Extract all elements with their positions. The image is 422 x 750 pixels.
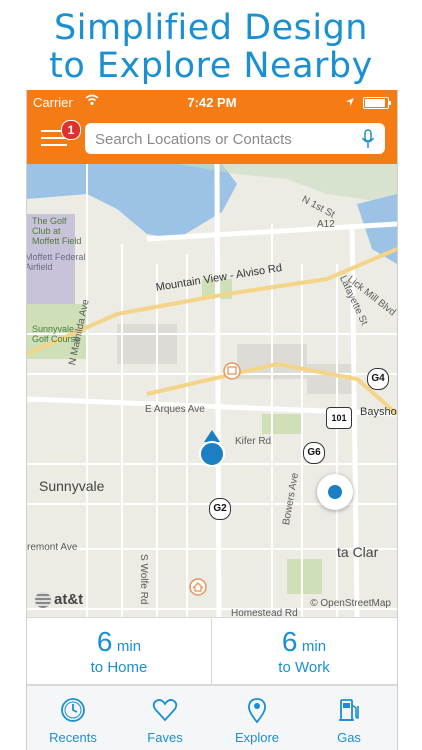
route-badge-g2: G2 bbox=[209, 498, 231, 520]
route-badge-g6: G6 bbox=[303, 442, 325, 464]
tab-bar: Recents Faves Explore Gas bbox=[27, 685, 397, 750]
eta-work-destination: to Work bbox=[278, 659, 330, 676]
gas-pump-icon bbox=[335, 696, 363, 727]
eta-home-destination: to Home bbox=[90, 659, 148, 676]
att-logo: at&t bbox=[35, 591, 84, 609]
map-label-santa-clara: ta Clar bbox=[337, 544, 379, 560]
eta-panel: 6 min to Home 6 min to Work bbox=[27, 617, 397, 685]
att-globe-icon bbox=[35, 592, 51, 609]
search-bar: 1 Search Locations or Contacts bbox=[27, 114, 397, 164]
map-label-bayshore: Baysho bbox=[360, 406, 397, 418]
tab-faves[interactable]: Faves bbox=[119, 686, 211, 750]
map-label-sunnyvale: Sunnyvale bbox=[39, 478, 105, 494]
location-arrow-icon bbox=[345, 95, 355, 110]
tab-recents-label: Recents bbox=[49, 730, 97, 745]
headline-line1: Simplified Design bbox=[54, 8, 368, 48]
eta-home-unit: min bbox=[116, 638, 142, 655]
eta-home-minutes: 6 bbox=[96, 626, 113, 657]
hamburger-icon-bar bbox=[41, 144, 67, 146]
search-placeholder: Search Locations or Contacts bbox=[95, 131, 292, 148]
map-label-homestead: Homestead Rd bbox=[231, 608, 298, 617]
heart-icon bbox=[151, 696, 179, 727]
route-badge-g4: G4 bbox=[367, 368, 389, 390]
map-label-fremont: remont Ave bbox=[27, 542, 78, 553]
clock-icon bbox=[59, 696, 87, 727]
eta-work-button[interactable]: 6 min to Work bbox=[212, 618, 396, 684]
map-label-golf-club: The Golf Club at Moffett Field bbox=[32, 216, 82, 246]
map-label-a12: A12 bbox=[317, 219, 335, 230]
map-label-moffett: Moffett Federal Airfield bbox=[27, 252, 86, 272]
tab-gas[interactable]: Gas bbox=[303, 686, 395, 750]
tab-recents[interactable]: Recents bbox=[27, 686, 119, 750]
att-logo-text: at&t bbox=[54, 591, 84, 608]
map-label-e-arques: E Arques Ave bbox=[145, 404, 205, 415]
status-bar: Carrier 7:42 PM bbox=[27, 90, 397, 114]
notification-badge: 1 bbox=[61, 120, 81, 140]
map-attribution[interactable]: © OpenStreetMap bbox=[310, 598, 391, 609]
eta-home-button[interactable]: 6 min to Home bbox=[27, 618, 212, 684]
headline-line2: to Explore Nearby bbox=[49, 46, 373, 86]
tab-explore[interactable]: Explore bbox=[211, 686, 303, 750]
map-label-s-wolfe: S Wolfe Rd bbox=[138, 554, 149, 605]
map-view[interactable]: A12 The Golf Club at Moffett Field Moffe… bbox=[27, 164, 397, 617]
status-time: 7:42 PM bbox=[187, 95, 237, 110]
tab-gas-label: Gas bbox=[337, 730, 361, 745]
microphone-icon[interactable] bbox=[361, 129, 375, 154]
tab-explore-label: Explore bbox=[234, 730, 280, 745]
battery-icon bbox=[363, 97, 391, 109]
phone-screen: Carrier 7:42 PM 1 Search Locations or Co… bbox=[26, 90, 398, 750]
route-badge-us101: 101 bbox=[326, 407, 352, 429]
search-input[interactable]: Search Locations or Contacts bbox=[85, 123, 385, 154]
tab-faves-label: Faves bbox=[147, 730, 183, 745]
map-pin-icon bbox=[243, 696, 271, 727]
recenter-location-button[interactable] bbox=[317, 474, 353, 510]
map-label-kifer: Kifer Rd bbox=[235, 436, 272, 447]
eta-work-minutes: 6 bbox=[281, 626, 298, 657]
eta-work-unit: min bbox=[301, 638, 327, 655]
